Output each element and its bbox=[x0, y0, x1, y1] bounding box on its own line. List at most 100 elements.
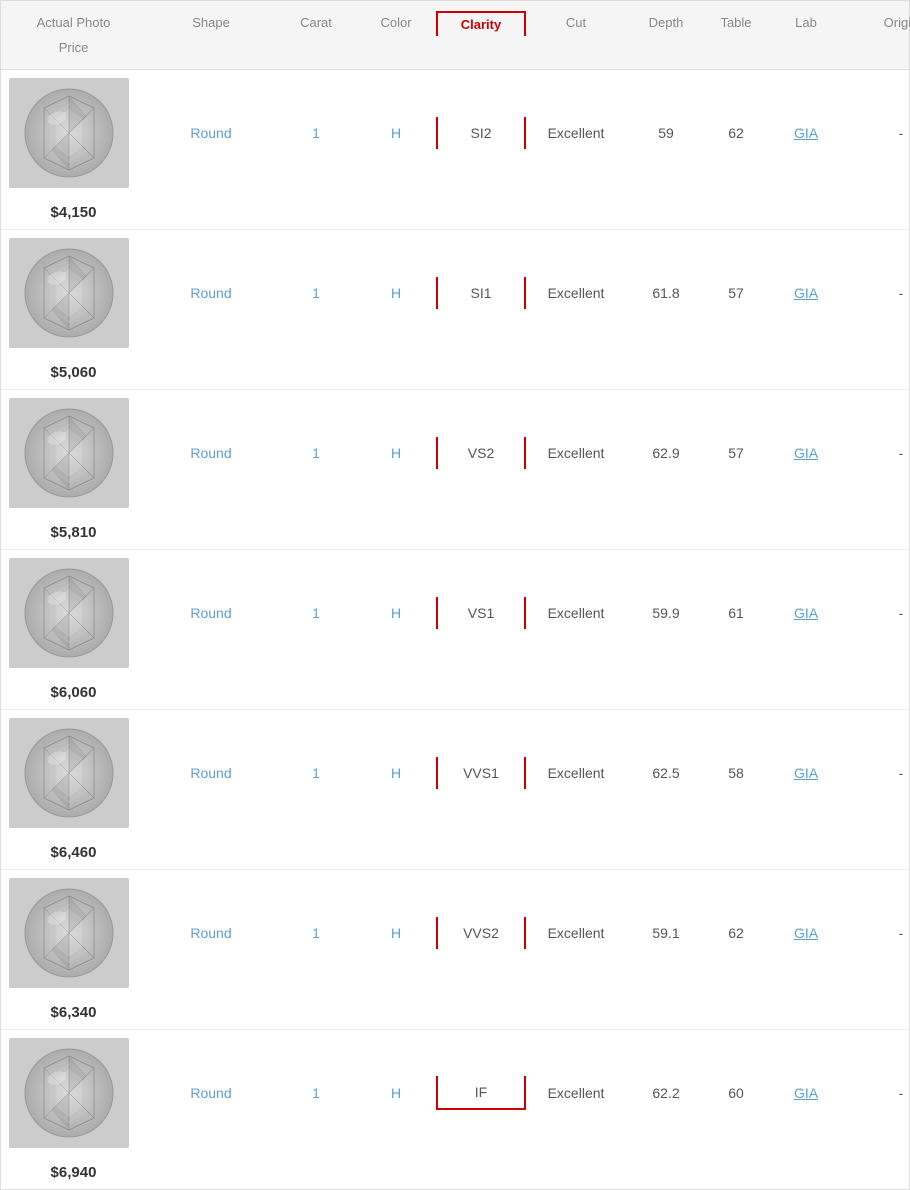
cell-origin: - bbox=[846, 117, 910, 149]
cell-color: H bbox=[356, 1077, 436, 1109]
cell-clarity: VVS2 bbox=[436, 917, 526, 949]
cell-table: 57 bbox=[706, 437, 766, 469]
header-carat: Carat bbox=[276, 11, 356, 36]
cell-lab[interactable]: GIA bbox=[766, 117, 846, 149]
header-lab: Lab bbox=[766, 11, 846, 36]
cell-price: $5,060 bbox=[1, 356, 146, 389]
diamond-image bbox=[9, 1038, 129, 1148]
cell-clarity: VS1 bbox=[436, 597, 526, 629]
cell-cut: Excellent bbox=[526, 277, 626, 309]
cell-color: H bbox=[356, 757, 436, 789]
cell-cut: Excellent bbox=[526, 117, 626, 149]
cell-clarity: SI2 bbox=[436, 117, 526, 149]
cell-price: $6,460 bbox=[1, 836, 146, 869]
cell-depth: 62.2 bbox=[626, 1077, 706, 1109]
cell-cut: Excellent bbox=[526, 437, 626, 469]
cell-carat: 1 bbox=[276, 917, 356, 949]
cell-carat: 1 bbox=[276, 277, 356, 309]
cell-lab[interactable]: GIA bbox=[766, 277, 846, 309]
diamond-image bbox=[9, 398, 129, 508]
cell-shape: Round bbox=[146, 117, 276, 149]
table-row: Round 1 H SI1 Excellent 61.8 57 GIA - $5… bbox=[1, 230, 909, 390]
table-row: Round 1 H VS1 Excellent 59.9 61 GIA - $6… bbox=[1, 550, 909, 710]
cell-shape: Round bbox=[146, 917, 276, 949]
cell-depth: 59.9 bbox=[626, 597, 706, 629]
header-price: Price bbox=[1, 36, 146, 59]
cell-carat: 1 bbox=[276, 1077, 356, 1109]
cell-photo[interactable] bbox=[1, 550, 146, 676]
cell-table: 62 bbox=[706, 917, 766, 949]
header-depth: Depth bbox=[626, 11, 706, 36]
header-photo: Actual Photo bbox=[1, 11, 146, 36]
cell-price: $5,810 bbox=[1, 516, 146, 549]
cell-origin: - bbox=[846, 757, 910, 789]
cell-carat: 1 bbox=[276, 597, 356, 629]
header-table: Table bbox=[706, 11, 766, 36]
cell-depth: 62.5 bbox=[626, 757, 706, 789]
cell-depth: 59 bbox=[626, 117, 706, 149]
cell-shape: Round bbox=[146, 437, 276, 469]
cell-cut: Excellent bbox=[526, 597, 626, 629]
table-row: Round 1 H VVS2 Excellent 59.1 62 GIA - $… bbox=[1, 870, 909, 1030]
cell-origin: - bbox=[846, 597, 910, 629]
cell-lab[interactable]: GIA bbox=[766, 597, 846, 629]
cell-price: $6,940 bbox=[1, 1156, 146, 1189]
cell-carat: 1 bbox=[276, 757, 356, 789]
header-clarity: Clarity bbox=[436, 11, 526, 36]
cell-carat: 1 bbox=[276, 437, 356, 469]
cell-photo[interactable] bbox=[1, 710, 146, 836]
cell-clarity: SI1 bbox=[436, 277, 526, 309]
cell-lab[interactable]: GIA bbox=[766, 917, 846, 949]
header-cut: Cut bbox=[526, 11, 626, 36]
cell-clarity: VVS1 bbox=[436, 757, 526, 789]
cell-color: H bbox=[356, 117, 436, 149]
cell-photo[interactable] bbox=[1, 230, 146, 356]
cell-clarity: IF bbox=[436, 1076, 526, 1110]
diamond-image bbox=[9, 238, 129, 348]
cell-origin: - bbox=[846, 917, 910, 949]
cell-photo[interactable] bbox=[1, 1030, 146, 1156]
diamond-image bbox=[9, 78, 129, 188]
table-row: Round 1 H VVS1 Excellent 62.5 58 GIA - $… bbox=[1, 710, 909, 870]
cell-shape: Round bbox=[146, 1077, 276, 1109]
cell-table: 62 bbox=[706, 117, 766, 149]
cell-cut: Excellent bbox=[526, 757, 626, 789]
cell-price: $6,060 bbox=[1, 676, 146, 709]
diamond-image bbox=[9, 718, 129, 828]
cell-color: H bbox=[356, 437, 436, 469]
cell-photo[interactable] bbox=[1, 870, 146, 996]
cell-photo[interactable] bbox=[1, 390, 146, 516]
cell-cut: Excellent bbox=[526, 1077, 626, 1109]
header-color: Color bbox=[356, 11, 436, 36]
cell-table: 58 bbox=[706, 757, 766, 789]
cell-depth: 59.1 bbox=[626, 917, 706, 949]
table-header: Actual Photo Shape Carat Color Clarity C… bbox=[1, 1, 909, 70]
cell-lab[interactable]: GIA bbox=[766, 757, 846, 789]
cell-color: H bbox=[356, 597, 436, 629]
table-row: Round 1 H IF Excellent 62.2 60 GIA - $6,… bbox=[1, 1030, 909, 1189]
cell-clarity: VS2 bbox=[436, 437, 526, 469]
cell-color: H bbox=[356, 277, 436, 309]
header-origin: Origin bbox=[846, 11, 910, 36]
cell-lab[interactable]: GIA bbox=[766, 437, 846, 469]
cell-carat: 1 bbox=[276, 117, 356, 149]
header-shape: Shape bbox=[146, 11, 276, 36]
diamond-table: Actual Photo Shape Carat Color Clarity C… bbox=[0, 0, 910, 1190]
cell-depth: 61.8 bbox=[626, 277, 706, 309]
diamond-image bbox=[9, 558, 129, 668]
diamond-image bbox=[9, 878, 129, 988]
cell-table: 57 bbox=[706, 277, 766, 309]
cell-origin: - bbox=[846, 437, 910, 469]
cell-shape: Round bbox=[146, 597, 276, 629]
table-body: Round 1 H SI2 Excellent 59 62 GIA - $4,1… bbox=[1, 70, 909, 1189]
cell-table: 60 bbox=[706, 1077, 766, 1109]
cell-table: 61 bbox=[706, 597, 766, 629]
cell-origin: - bbox=[846, 277, 910, 309]
cell-origin: - bbox=[846, 1077, 910, 1109]
cell-depth: 62.9 bbox=[626, 437, 706, 469]
cell-photo[interactable] bbox=[1, 70, 146, 196]
cell-lab[interactable]: GIA bbox=[766, 1077, 846, 1109]
table-row: Round 1 H VS2 Excellent 62.9 57 GIA - $5… bbox=[1, 390, 909, 550]
cell-color: H bbox=[356, 917, 436, 949]
cell-price: $6,340 bbox=[1, 996, 146, 1029]
